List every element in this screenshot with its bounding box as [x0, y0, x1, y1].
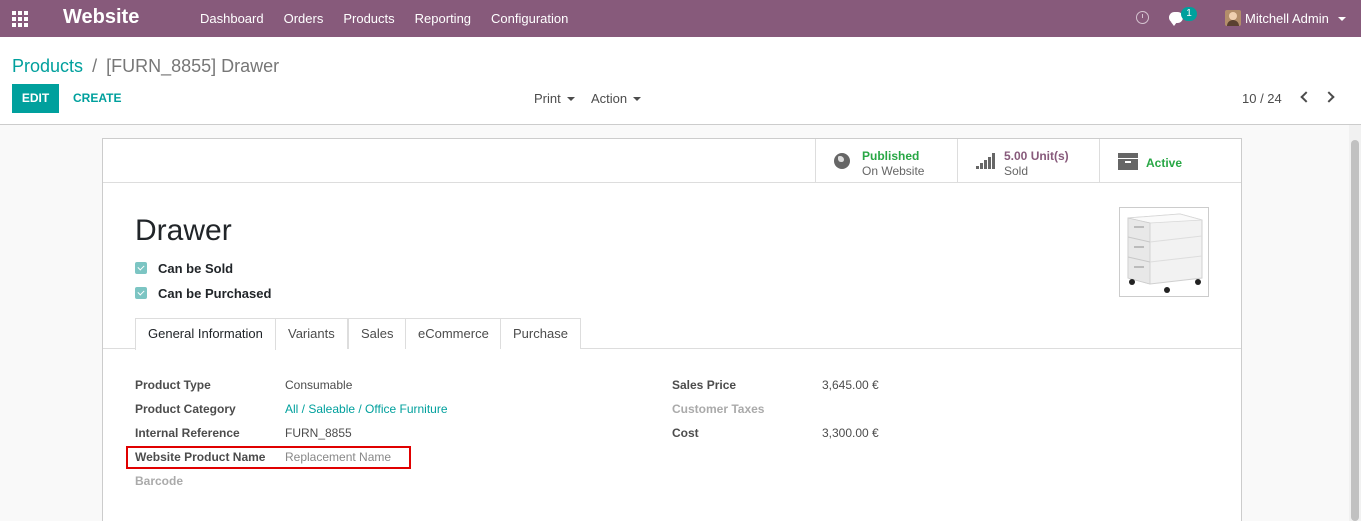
can-be-sold-checkbox[interactable] — [135, 262, 147, 274]
apps-menu-icon[interactable] — [12, 11, 28, 27]
sold-button[interactable]: 5.00 Unit(s) Sold — [957, 139, 1099, 183]
cost-label: Cost — [672, 426, 699, 440]
tab-purchase[interactable]: Purchase — [500, 318, 581, 349]
product-type-label: Product Type — [135, 378, 211, 392]
scrollbar-thumb[interactable] — [1351, 140, 1359, 521]
activity-clock-icon[interactable] — [1136, 11, 1149, 24]
caret-down-icon — [633, 96, 642, 101]
breadcrumb: Products / [FURN_8855] Drawer — [12, 56, 279, 77]
action-label: Action — [591, 91, 628, 106]
sales-price-label: Sales Price — [672, 378, 737, 392]
menu-item-reporting[interactable]: Reporting — [405, 0, 481, 37]
can-be-sold-row: Can be Sold — [135, 260, 233, 276]
caret-down-icon[interactable] — [1338, 17, 1346, 21]
breadcrumb-separator: / — [92, 56, 98, 76]
archive-icon — [1118, 153, 1138, 170]
internal-reference-label: Internal Reference — [135, 426, 240, 440]
tab-general-information[interactable]: General Information — [135, 318, 276, 350]
sold-label: Sold — [1004, 164, 1029, 178]
pager-value[interactable]: 10 / 24 — [1242, 84, 1282, 113]
active-value: Active — [1146, 156, 1183, 170]
published-button[interactable]: Published On Website — [815, 139, 957, 183]
tab-ecommerce[interactable]: eCommerce — [405, 318, 502, 349]
tab-variants[interactable]: Variants — [275, 318, 348, 349]
product-name: Drawer — [135, 214, 232, 247]
page-scrollbar[interactable] — [1349, 125, 1361, 521]
breadcrumb-current: [FURN_8855] Drawer — [106, 56, 280, 76]
print-label: Print — [534, 91, 561, 106]
internal-reference-value[interactable]: FURN_8855 — [285, 426, 352, 440]
top-navbar: Website Dashboard Orders Products Report… — [0, 0, 1361, 37]
globe-icon — [834, 153, 850, 169]
main-menu: Dashboard Orders Products Reporting Conf… — [190, 0, 578, 37]
breadcrumb-products-link[interactable]: Products — [12, 56, 83, 76]
user-menu[interactable]: Mitchell Admin — [1245, 11, 1329, 26]
chevron-right-icon[interactable] — [1323, 91, 1335, 103]
sold-value: 5.00 Unit(s) — [1004, 149, 1069, 163]
published-value: Published — [862, 149, 920, 163]
signal-bars-icon — [976, 153, 996, 169]
chevron-left-icon[interactable] — [1300, 91, 1312, 103]
action-dropdown[interactable]: Action — [591, 84, 642, 113]
menu-item-products[interactable]: Products — [333, 0, 404, 37]
caret-down-icon — [566, 96, 575, 101]
can-be-sold-label: Can be Sold — [158, 260, 234, 276]
tab-sales[interactable]: Sales — [348, 318, 407, 349]
print-dropdown[interactable]: Print — [534, 84, 575, 113]
cost-value[interactable]: 3,300.00 € — [822, 426, 879, 440]
barcode-label: Barcode — [135, 474, 184, 488]
create-button[interactable]: CREATE — [73, 84, 121, 113]
chat-count-badge: 1 — [1181, 7, 1197, 21]
product-image[interactable] — [1119, 207, 1209, 297]
edit-button[interactable]: EDIT — [12, 84, 59, 113]
app-title: Website — [63, 6, 140, 28]
sales-price-value[interactable]: 3,645.00 € — [822, 378, 879, 392]
product-category-label: Product Category — [135, 402, 236, 416]
menu-item-orders[interactable]: Orders — [274, 0, 334, 37]
product-category-link[interactable]: All / Saleable / Office Furniture — [285, 402, 448, 416]
can-be-purchased-checkbox[interactable] — [135, 287, 147, 299]
form-tabs: General Information Variants Sales eComm… — [103, 318, 1241, 350]
active-toggle-button[interactable]: Active — [1099, 139, 1241, 183]
published-label: On Website — [862, 164, 925, 178]
form-sheet: Published On Website 5.00 Unit(s) Sold A… — [102, 138, 1242, 521]
drawer-cabinet-image — [1127, 213, 1203, 293]
customer-taxes-label: Customer Taxes — [672, 402, 765, 416]
website-product-name-value[interactable]: Replacement Name — [285, 450, 391, 464]
website-product-name-label: Website Product Name — [135, 450, 266, 464]
user-avatar[interactable] — [1225, 10, 1241, 26]
menu-item-configuration[interactable]: Configuration — [481, 0, 578, 37]
product-type-value[interactable]: Consumable — [285, 378, 352, 392]
smart-button-box: Published On Website 5.00 Unit(s) Sold A… — [103, 139, 1241, 183]
can-be-purchased-label: Can be Purchased — [158, 285, 272, 301]
can-be-purchased-row: Can be Purchased — [135, 285, 271, 301]
control-panel: Products / [FURN_8855] Drawer EDIT CREAT… — [0, 37, 1361, 125]
menu-item-dashboard[interactable]: Dashboard — [190, 0, 274, 37]
